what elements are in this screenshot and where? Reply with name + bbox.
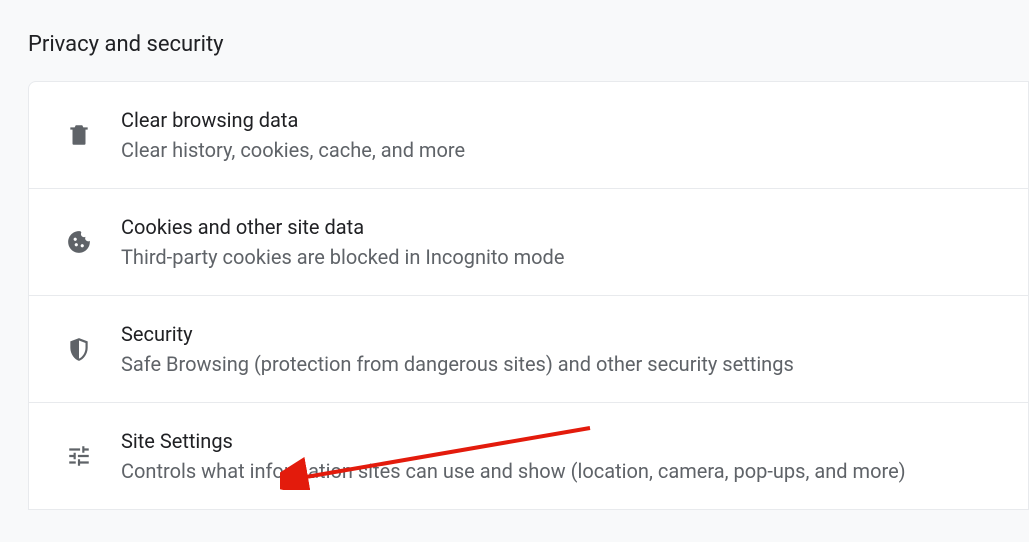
- trash-icon: [65, 121, 93, 149]
- page-title: Privacy and security: [0, 0, 1029, 81]
- cookie-icon: [65, 228, 93, 256]
- row-title: Clear browsing data: [121, 106, 1004, 134]
- row-text: Clear browsing data Clear history, cooki…: [121, 106, 1004, 164]
- row-clear-browsing-data[interactable]: Clear browsing data Clear history, cooki…: [29, 82, 1028, 189]
- row-desc: Safe Browsing (protection from dangerous…: [121, 350, 1004, 378]
- row-text: Security Safe Browsing (protection from …: [121, 320, 1004, 378]
- row-desc: Controls what information sites can use …: [121, 457, 1004, 485]
- row-desc: Clear history, cookies, cache, and more: [121, 136, 1004, 164]
- row-cookies[interactable]: Cookies and other site data Third-party …: [29, 189, 1028, 296]
- shield-icon: [65, 335, 93, 363]
- settings-card: Clear browsing data Clear history, cooki…: [28, 81, 1029, 510]
- row-text: Site Settings Controls what information …: [121, 427, 1004, 485]
- row-title: Security: [121, 320, 1004, 348]
- tune-icon: [65, 442, 93, 470]
- row-title: Site Settings: [121, 427, 1004, 455]
- row-title: Cookies and other site data: [121, 213, 1004, 241]
- row-text: Cookies and other site data Third-party …: [121, 213, 1004, 271]
- row-site-settings[interactable]: Site Settings Controls what information …: [29, 403, 1028, 509]
- row-security[interactable]: Security Safe Browsing (protection from …: [29, 296, 1028, 403]
- row-desc: Third-party cookies are blocked in Incog…: [121, 243, 1004, 271]
